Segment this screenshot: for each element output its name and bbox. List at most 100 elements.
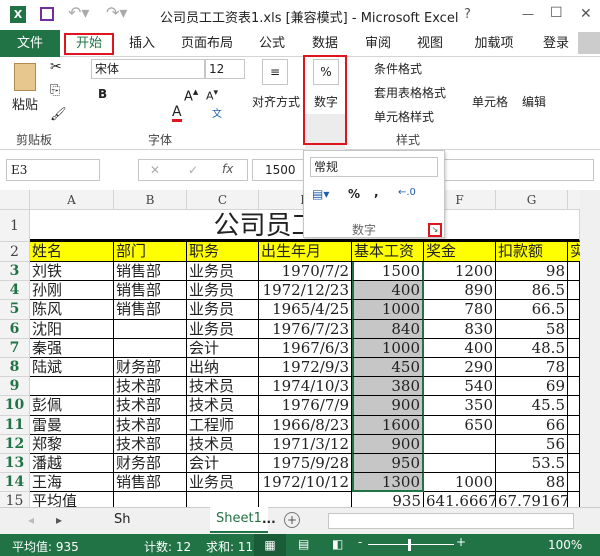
table-cell[interactable]: 88 [496, 473, 568, 493]
table-cell[interactable] [114, 338, 187, 358]
table-cell[interactable]: 1976/7/23 [259, 319, 352, 339]
font-name-select[interactable]: 宋体 [91, 59, 205, 79]
row-header[interactable]: 6 [0, 319, 30, 339]
page-layout-view-icon[interactable]: ▤ [298, 537, 309, 551]
tab-page-layout[interactable]: 页面布局 [172, 33, 242, 55]
column-header[interactable]: C [187, 190, 259, 210]
table-cell[interactable]: 王海 [30, 473, 114, 493]
table-cell[interactable] [568, 319, 580, 339]
bold-button[interactable]: B [98, 87, 107, 101]
tab-data[interactable]: 数据 [305, 33, 345, 55]
next-sheet-button[interactable]: ▸ [56, 513, 62, 527]
minimize-button[interactable]: — [522, 7, 534, 21]
tab-home[interactable]: 开始 [64, 33, 114, 55]
table-cell[interactable] [568, 434, 580, 454]
redo-icon[interactable]: ↷▾ [106, 3, 127, 22]
table-cell[interactable]: 58 [496, 319, 568, 339]
number-dialog-launcher[interactable]: ↘ [428, 223, 442, 237]
fx-button[interactable]: fx [222, 162, 233, 176]
row-header[interactable]: 4 [0, 281, 30, 301]
row-header[interactable]: 8 [0, 358, 30, 378]
vertical-scrollbar[interactable] [580, 190, 600, 507]
tab-addins[interactable]: 加载项 [466, 33, 522, 55]
increase-decimal-icon[interactable]: ←.0 [398, 187, 416, 198]
table-cell[interactable] [568, 473, 580, 493]
normal-view-icon[interactable]: ▦ [254, 534, 286, 556]
table-cell[interactable]: 刘铁 [30, 262, 114, 282]
table-cell[interactable]: 1972/10/12 [259, 473, 352, 493]
row-header[interactable]: 14 [0, 473, 30, 493]
table-cell[interactable]: 890 [424, 281, 496, 301]
row-header[interactable]: 2 [0, 242, 30, 262]
table-cell[interactable]: 900 [352, 396, 424, 416]
add-sheet-icon[interactable]: + [284, 512, 300, 528]
column-header[interactable] [568, 190, 580, 210]
table-cell[interactable]: 48.5 [496, 338, 568, 358]
row-header[interactable]: 12 [0, 434, 30, 454]
table-cell[interactable]: 1974/10/3 [259, 377, 352, 397]
table-cell[interactable]: 工程师 [187, 415, 259, 435]
table-cell[interactable]: 业务员 [187, 281, 259, 301]
table-cell[interactable]: 财务部 [114, 454, 187, 474]
table-cell[interactable]: 1972/12/23 [259, 281, 352, 301]
table-cell[interactable] [114, 319, 187, 339]
cancel-button[interactable]: ✕ [150, 163, 160, 177]
table-cell[interactable]: 销售部 [114, 262, 187, 282]
comma-style-button[interactable]: , [374, 185, 379, 199]
table-cell[interactable]: 56 [496, 434, 568, 454]
table-cell[interactable]: 66 [496, 415, 568, 435]
table-cell[interactable] [568, 300, 580, 320]
font-color-icon[interactable]: A [172, 105, 182, 122]
phonetic-icon[interactable]: 文 [212, 105, 222, 120]
zoom-slider[interactable]: - + [358, 535, 466, 553]
header-cell[interactable]: 扣款额 [496, 242, 568, 262]
help-button[interactable]: ? [464, 7, 471, 22]
row-header[interactable]: 5 [0, 300, 30, 320]
table-cell[interactable]: 1000 [352, 338, 424, 358]
table-cell[interactable] [568, 262, 580, 282]
table-cell[interactable]: 雷曼 [30, 415, 114, 435]
more-sheets-button[interactable]: ... [262, 512, 276, 526]
table-cell[interactable]: 1600 [352, 415, 424, 435]
page-break-view-icon[interactable]: ◧ [332, 537, 343, 551]
percent-style-button[interactable]: % [348, 187, 360, 201]
table-cell[interactable]: 会计 [187, 454, 259, 474]
tab-review[interactable]: 审阅 [358, 33, 398, 55]
table-cell[interactable]: 350 [424, 396, 496, 416]
row-header[interactable]: 9 [0, 377, 30, 397]
table-cell[interactable]: 1000 [424, 473, 496, 493]
table-cell[interactable]: 潘越 [30, 454, 114, 474]
row-header[interactable]: 3 [0, 262, 30, 282]
prev-sheet-button[interactable]: ◂ [28, 513, 34, 527]
row-header[interactable]: 11 [0, 415, 30, 435]
header-cell[interactable]: 部门 [114, 242, 187, 262]
table-cell[interactable]: 400 [424, 338, 496, 358]
header-cell[interactable]: 出生年月 [259, 242, 352, 262]
cut-icon[interactable]: ✂ [50, 59, 62, 75]
table-cell[interactable]: 业务员 [187, 473, 259, 493]
header-cell[interactable]: 奖金 [424, 242, 496, 262]
table-cell[interactable]: 450 [352, 358, 424, 378]
table-cell[interactable] [568, 338, 580, 358]
paste-button[interactable]: 粘贴 [12, 94, 38, 113]
table-cell[interactable]: 1965/4/25 [259, 300, 352, 320]
table-cell[interactable] [424, 454, 496, 474]
table-cell[interactable]: 86.5 [496, 281, 568, 301]
table-cell[interactable]: 销售部 [114, 300, 187, 320]
save-icon[interactable] [40, 7, 54, 21]
table-cell[interactable]: 1000 [352, 300, 424, 320]
table-cell[interactable]: 技术员 [187, 434, 259, 454]
table-cell[interactable] [568, 281, 580, 301]
table-format-button[interactable]: 套用表格格式 [374, 84, 446, 101]
sheet-tab[interactable]: Sh [114, 512, 131, 527]
worksheet-grid[interactable]: ABCDEFG123456789101112131415公司员工工资表姓名部门职… [0, 190, 580, 510]
table-cell[interactable]: 技术员 [187, 396, 259, 416]
table-cell[interactable] [568, 454, 580, 474]
table-cell[interactable]: 45.5 [496, 396, 568, 416]
table-cell[interactable]: 销售部 [114, 281, 187, 301]
tab-formulas[interactable]: 公式 [252, 33, 292, 55]
tab-view[interactable]: 视图 [410, 33, 450, 55]
maximize-button[interactable]: ☐ [550, 5, 563, 21]
conditional-format-button[interactable]: 条件格式 [374, 60, 422, 77]
table-cell[interactable]: 380 [352, 377, 424, 397]
